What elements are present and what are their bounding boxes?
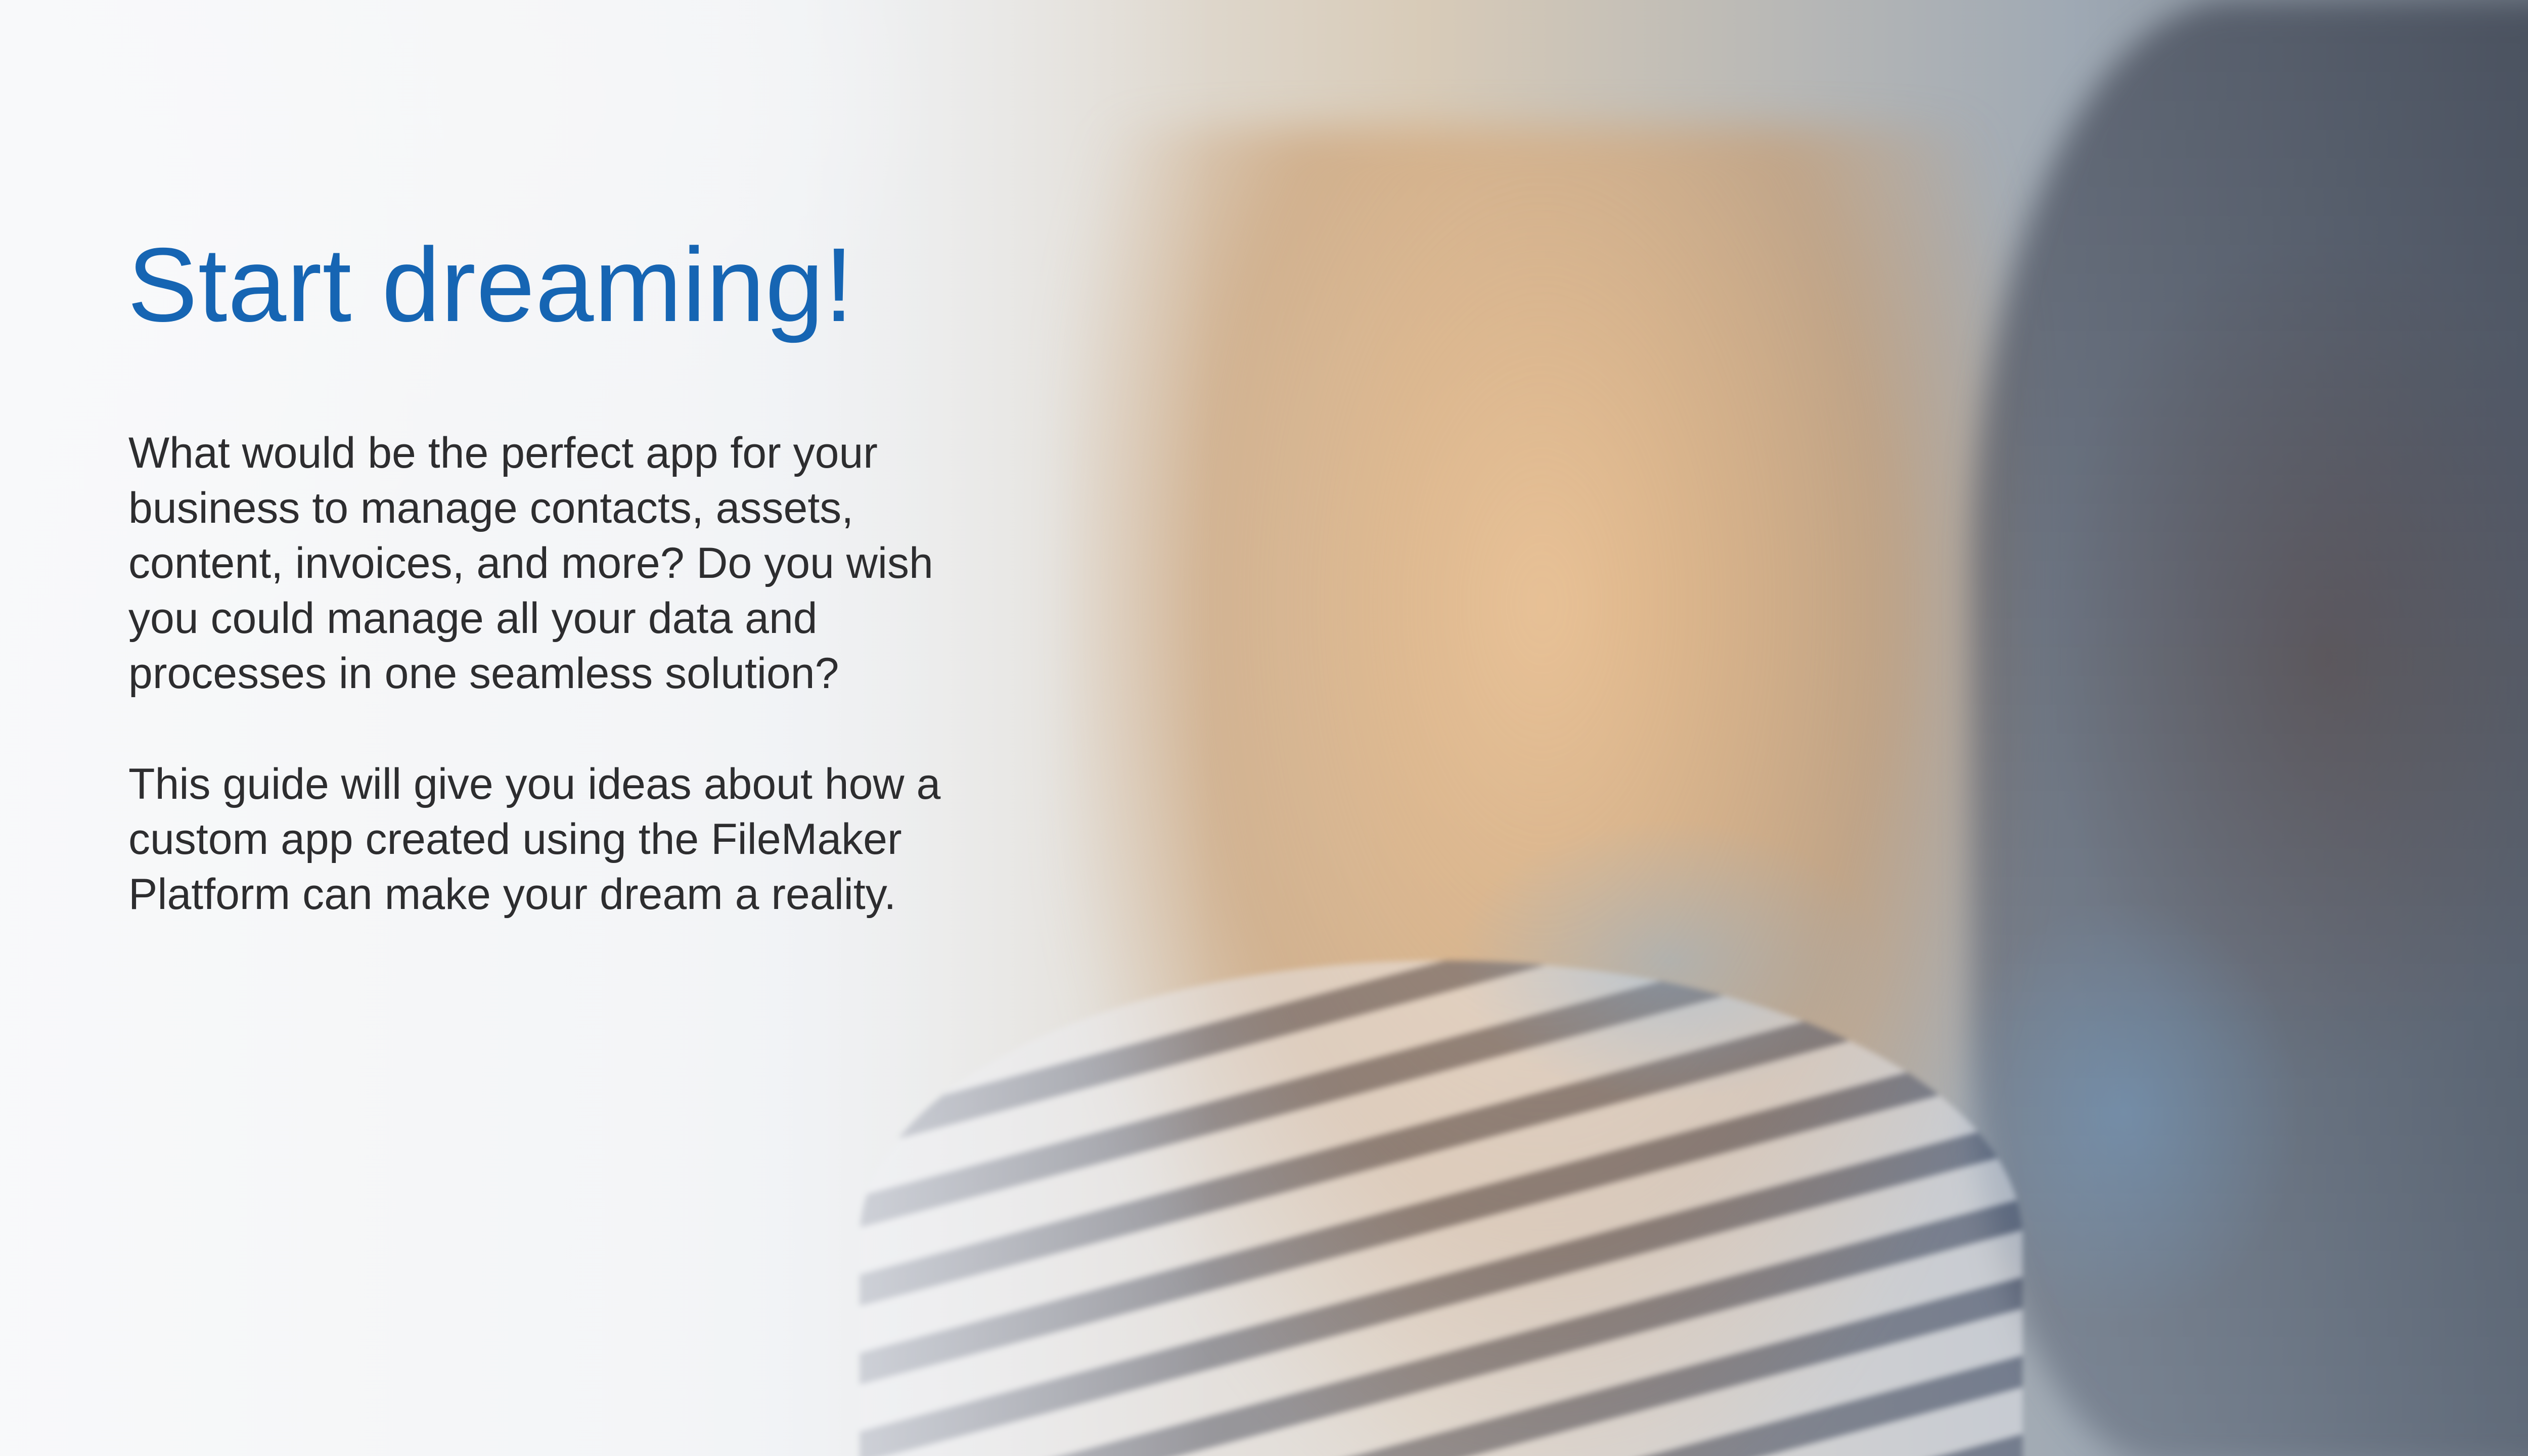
body-text: What would be the perfect app for your b… <box>128 426 998 978</box>
intro-paragraph: What would be the perfect app for your b… <box>128 429 933 698</box>
page-title: Start dreaming! <box>127 226 854 344</box>
guide-paragraph: This guide will give you ideas about how… <box>128 760 941 919</box>
slide: Start dreaming! What would be the perfec… <box>0 0 2528 1456</box>
